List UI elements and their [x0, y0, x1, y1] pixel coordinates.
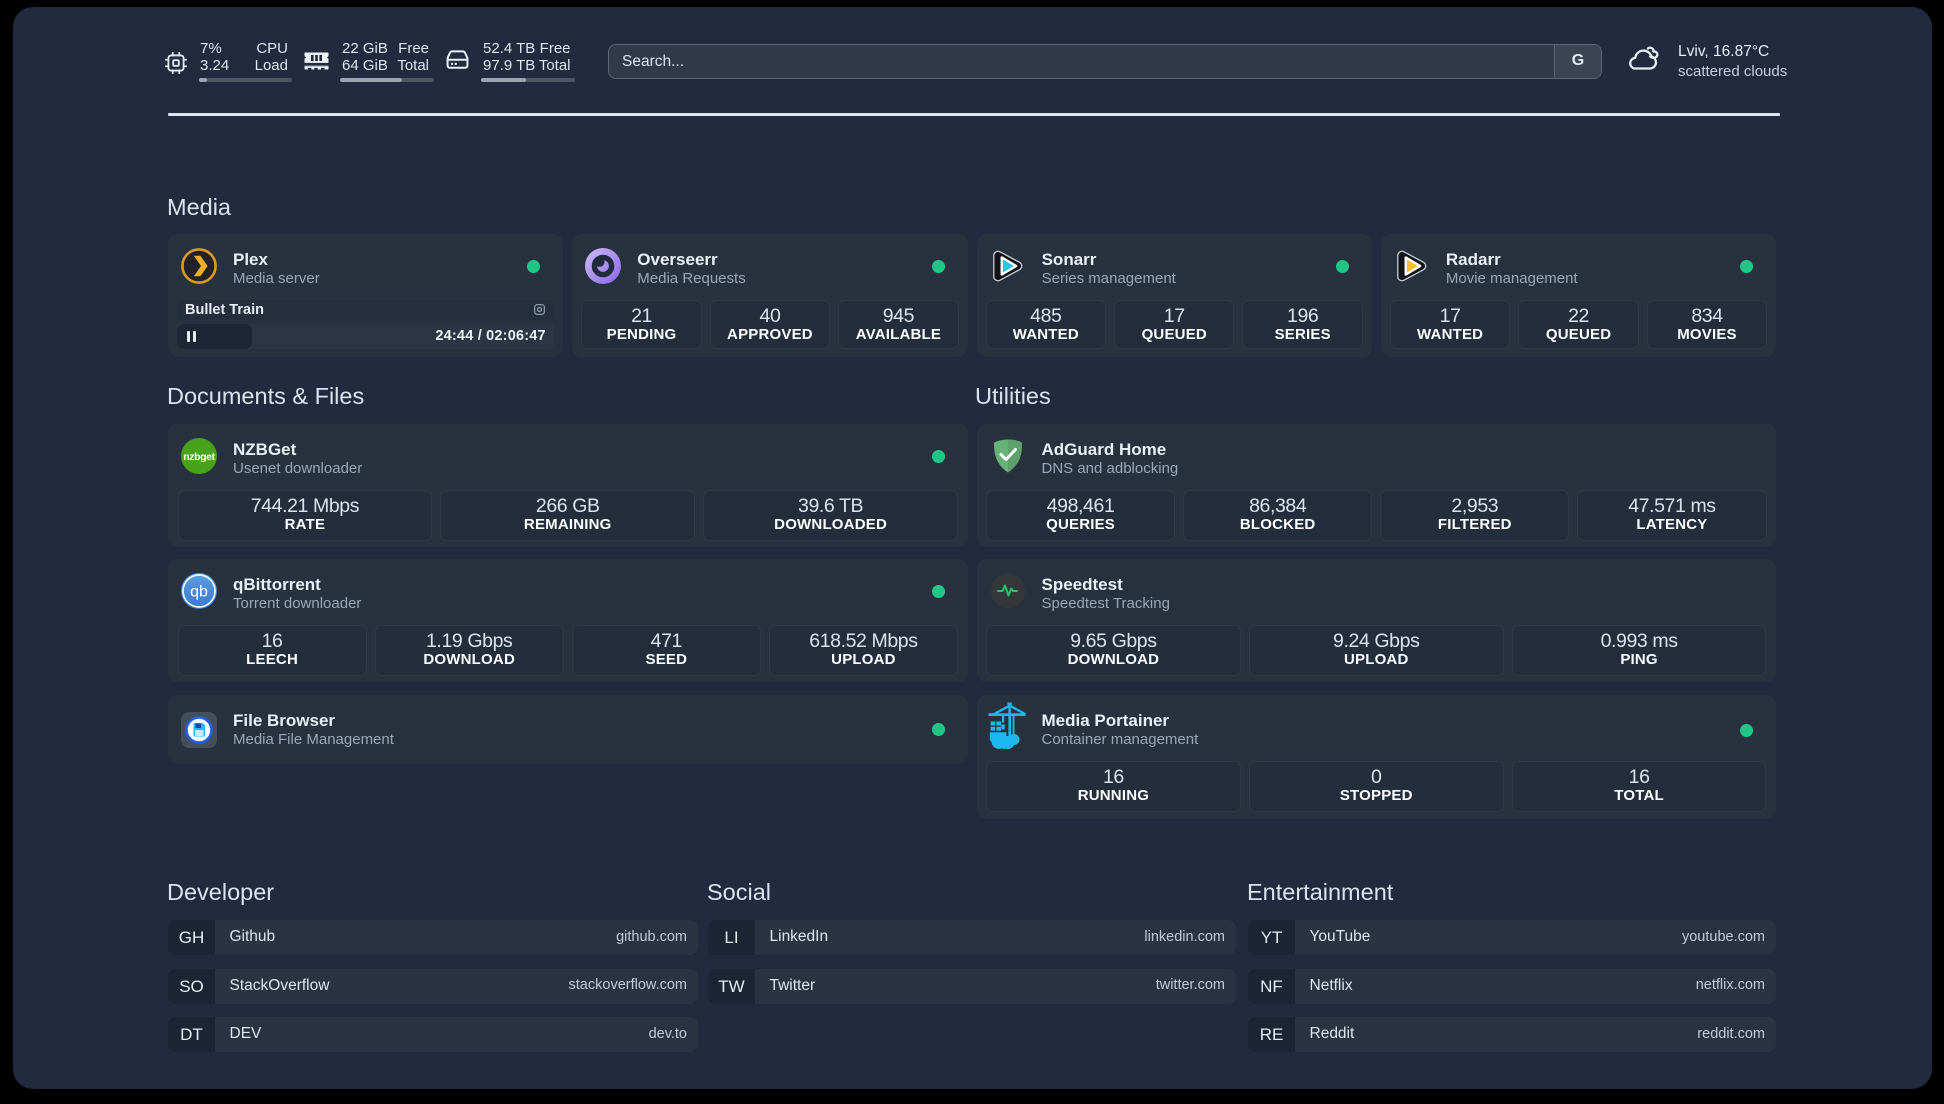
svg-text:qb: qb [190, 584, 208, 601]
svg-text:nzbget: nzbget [183, 451, 215, 463]
